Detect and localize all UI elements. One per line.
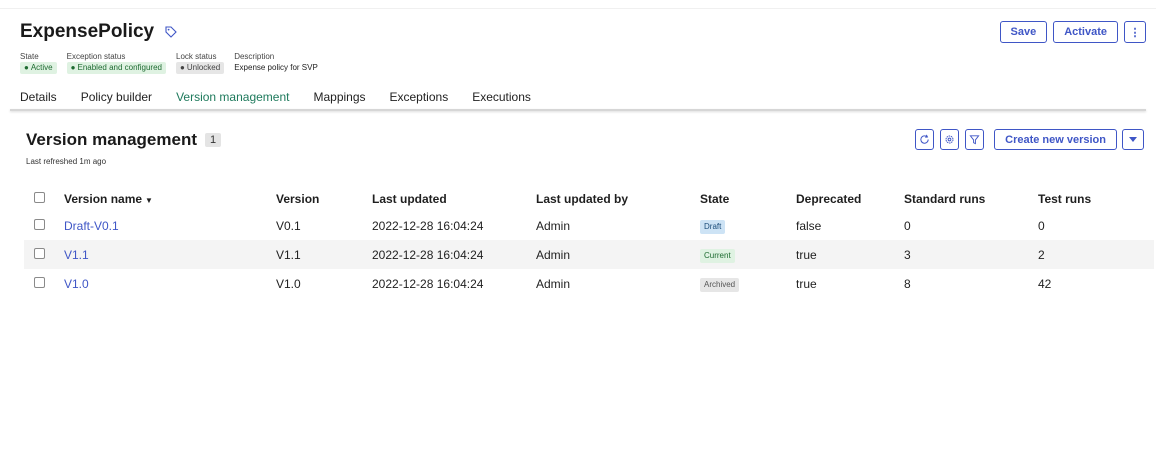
last-updated-by-cell: Admin [536,247,571,262]
page-title: ExpensePolicy [20,21,155,42]
refresh-icon [920,134,929,144]
tab-bar: Details Policy builder Version managemen… [20,90,555,111]
last-updated-by-cell: Admin [536,218,571,233]
state-badge: Archived [700,277,740,292]
test-runs-cell: 42 [1038,276,1052,291]
last-updated-cell: 2022-12-28 16:04:24 [372,276,484,291]
create-version-menu-button[interactable] [1122,129,1144,150]
col-version-name[interactable]: Version name ▼ [64,192,276,206]
state-badge: Current [700,248,735,263]
standard-runs-cell: 3 [904,247,911,262]
save-button[interactable]: Save [999,21,1048,43]
meta-label: Lock status [176,52,217,61]
state-badge: Draft [700,219,726,234]
tab-exceptions[interactable]: Exceptions [390,90,461,109]
policy-meta: State ● Active Exception status ● Enabled … [20,52,318,74]
version-cell: V1.1 [276,247,301,262]
test-runs-cell: 0 [1038,218,1045,233]
tag-icon[interactable] [164,25,178,39]
col-test-runs: Test runs [1038,192,1092,206]
dot-icon: ● [180,63,185,72]
row-checkbox[interactable] [34,276,45,288]
col-version: Version [276,192,320,206]
meta-label: Description [234,52,275,61]
meta-exception-status: Exception status ● Enabled and configured [66,52,166,74]
last-refreshed: Last refreshed 1m ago [26,157,107,166]
meta-description: Description Expense policy for SVP [234,52,318,74]
col-deprecated: Deprecated [796,192,862,206]
tab-policy-builder[interactable]: Policy builder [81,90,164,109]
test-runs-cell: 2 [1038,247,1045,262]
dot-icon: ● [70,63,76,72]
section-title: Version management [26,130,198,149]
version-name-link[interactable]: Draft-V0.1 [64,219,119,233]
deprecated-cell: true [796,276,817,291]
state-pill: ● Active [20,62,57,74]
lock-pill: ● Unlocked [176,62,225,74]
tab-version-management[interactable]: Version management [172,90,308,111]
settings-button[interactable] [940,129,960,150]
tab-details[interactable]: Details [20,90,69,109]
version-name-link[interactable]: V1.0 [64,277,89,291]
col-last-updated: Last updated [372,192,447,206]
version-cell: V1.0 [276,276,301,291]
more-options-button[interactable]: ⋮ [1124,21,1146,43]
description-value: Expense policy for SVP [234,63,318,72]
col-standard-runs: Standard runs [904,192,986,206]
state-value: Active [30,63,53,72]
versions-table: Version name ▼ Version Last updated Last … [24,187,1154,298]
count-badge: 1 [205,133,222,147]
refresh-button[interactable] [915,129,935,150]
col-state: State [700,192,730,206]
title-row: ExpensePolicy [20,21,178,43]
table-row: V1.1 V1.1 2022-12-28 16:04:24 Admin Curr… [24,240,1154,269]
create-new-version-button[interactable]: Create new version [994,129,1117,150]
exception-pill: ● Enabled and configured [66,62,166,74]
select-all-cell [24,192,64,206]
meta-state: State ● Active [20,52,57,74]
filter-button[interactable] [965,129,985,150]
row-checkbox[interactable] [34,218,45,230]
meta-label: State [20,52,39,61]
table-header-row: Version name ▼ Version Last updated Last … [24,187,1154,211]
top-divider [0,8,1156,9]
standard-runs-cell: 8 [904,276,911,291]
col-label: Version name [64,192,143,206]
section-title-row: Version management 1 [26,130,222,150]
meta-label: Exception status [66,52,126,61]
sort-down-icon: ▼ [145,196,153,205]
filter-icon [969,135,980,145]
settings-icon [945,135,954,144]
table-row: V1.0 V1.0 2022-12-28 16:04:24 Admin Arch… [24,269,1154,298]
caret-down-icon [1129,136,1137,142]
table-row: Draft-V0.1 V0.1 2022-12-28 16:04:24 Admi… [24,211,1154,240]
standard-runs-cell: 0 [904,218,911,233]
activate-button[interactable]: Activate [1053,21,1118,43]
tab-divider [10,109,1146,111]
deprecated-cell: true [796,247,817,262]
last-updated-cell: 2022-12-28 16:04:24 [372,218,484,233]
version-name-link[interactable]: V1.1 [64,248,89,262]
section-actions: Create new version [915,129,1144,150]
tab-executions[interactable]: Executions [472,90,543,109]
col-last-updated-by: Last updated by [536,192,629,206]
lock-value: Unlocked [186,63,221,72]
tab-mappings[interactable]: Mappings [313,90,377,109]
exception-value: Enabled and configured [77,63,162,72]
select-all-checkbox[interactable] [34,192,45,203]
last-updated-cell: 2022-12-28 16:04:24 [372,247,484,262]
meta-lock-status: Lock status ● Unlocked [176,52,225,74]
last-updated-by-cell: Admin [536,276,571,291]
create-version-split-button: Create new version [994,129,1144,150]
row-checkbox[interactable] [34,247,45,259]
dot-icon: ● [24,63,29,72]
deprecated-cell: false [796,218,822,233]
version-cell: V0.1 [276,218,301,233]
header-actions: Save Activate ⋮ [999,21,1146,43]
